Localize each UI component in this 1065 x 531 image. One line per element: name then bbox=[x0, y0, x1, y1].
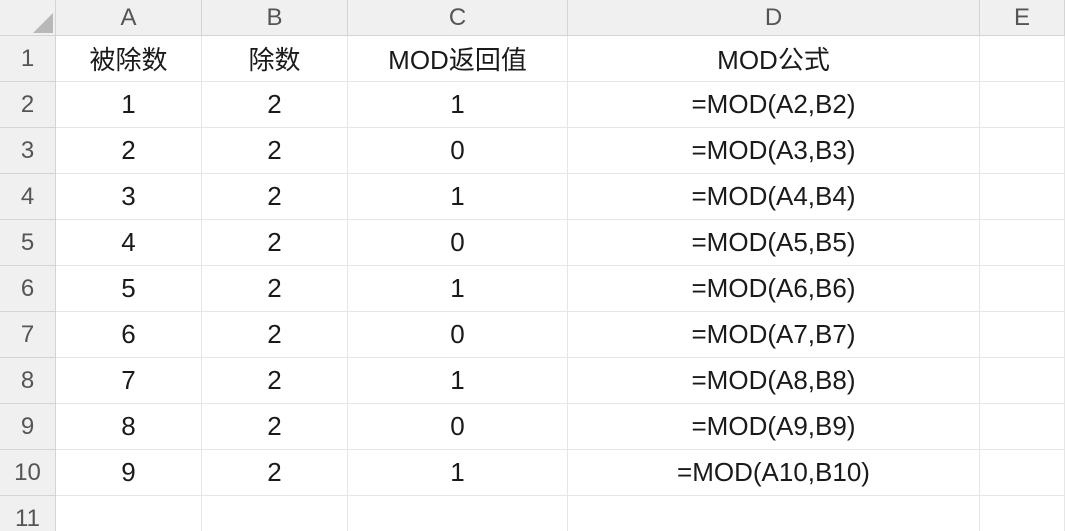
row-header-10[interactable]: 10 bbox=[0, 450, 56, 496]
cell-B3[interactable]: 2 bbox=[202, 128, 348, 174]
column-header-B[interactable]: B bbox=[202, 0, 348, 36]
cell-B7[interactable]: 2 bbox=[202, 312, 348, 358]
row-header-9[interactable]: 9 bbox=[0, 404, 56, 450]
column-header-E[interactable]: E bbox=[980, 0, 1065, 36]
column-header-D[interactable]: D bbox=[568, 0, 980, 36]
cell-B10[interactable]: 2 bbox=[202, 450, 348, 496]
cell-E2[interactable] bbox=[980, 82, 1065, 128]
cell-B4[interactable]: 2 bbox=[202, 174, 348, 220]
cell-C5[interactable]: 0 bbox=[348, 220, 568, 266]
data-grid: 被除数除数MOD返回值MOD公式121=MOD(A2,B2)220=MOD(A3… bbox=[56, 36, 1065, 531]
cell-C6[interactable]: 1 bbox=[348, 266, 568, 312]
cell-A10[interactable]: 9 bbox=[56, 450, 202, 496]
cell-A9[interactable]: 8 bbox=[56, 404, 202, 450]
cell-D7[interactable]: =MOD(A7,B7) bbox=[568, 312, 980, 358]
column-header-C[interactable]: C bbox=[348, 0, 568, 36]
table-row: 321=MOD(A4,B4) bbox=[56, 174, 1065, 220]
row-header-6[interactable]: 6 bbox=[0, 266, 56, 312]
cell-B11[interactable] bbox=[202, 496, 348, 531]
cell-E8[interactable] bbox=[980, 358, 1065, 404]
table-row: 420=MOD(A5,B5) bbox=[56, 220, 1065, 266]
row-header-5[interactable]: 5 bbox=[0, 220, 56, 266]
row-header-1[interactable]: 1 bbox=[0, 36, 56, 82]
cell-D2[interactable]: =MOD(A2,B2) bbox=[568, 82, 980, 128]
cell-C2[interactable]: 1 bbox=[348, 82, 568, 128]
cell-A5[interactable]: 4 bbox=[56, 220, 202, 266]
row-header-4[interactable]: 4 bbox=[0, 174, 56, 220]
table-row: 820=MOD(A9,B9) bbox=[56, 404, 1065, 450]
cell-D1[interactable]: MOD公式 bbox=[568, 36, 980, 82]
table-row: 220=MOD(A3,B3) bbox=[56, 128, 1065, 174]
table-row: 121=MOD(A2,B2) bbox=[56, 82, 1065, 128]
row-header-7[interactable]: 7 bbox=[0, 312, 56, 358]
table-row: 521=MOD(A6,B6) bbox=[56, 266, 1065, 312]
cell-B2[interactable]: 2 bbox=[202, 82, 348, 128]
cell-A11[interactable] bbox=[56, 496, 202, 531]
cell-C4[interactable]: 1 bbox=[348, 174, 568, 220]
cell-A7[interactable]: 6 bbox=[56, 312, 202, 358]
cell-B6[interactable]: 2 bbox=[202, 266, 348, 312]
row-header-3[interactable]: 3 bbox=[0, 128, 56, 174]
row-header-8[interactable]: 8 bbox=[0, 358, 56, 404]
table-row: 620=MOD(A7,B7) bbox=[56, 312, 1065, 358]
spreadsheet: ABCDE 1234567891011 被除数除数MOD返回值MOD公式121=… bbox=[0, 0, 1065, 531]
row-header-11[interactable]: 11 bbox=[0, 496, 56, 531]
cell-C11[interactable] bbox=[348, 496, 568, 531]
cell-B8[interactable]: 2 bbox=[202, 358, 348, 404]
select-all-triangle-icon bbox=[33, 13, 53, 33]
cell-C9[interactable]: 0 bbox=[348, 404, 568, 450]
cell-D5[interactable]: =MOD(A5,B5) bbox=[568, 220, 980, 266]
cell-A6[interactable]: 5 bbox=[56, 266, 202, 312]
cell-A4[interactable]: 3 bbox=[56, 174, 202, 220]
table-row: 721=MOD(A8,B8) bbox=[56, 358, 1065, 404]
cell-D8[interactable]: =MOD(A8,B8) bbox=[568, 358, 980, 404]
cell-E6[interactable] bbox=[980, 266, 1065, 312]
cell-A2[interactable]: 1 bbox=[56, 82, 202, 128]
cell-C3[interactable]: 0 bbox=[348, 128, 568, 174]
cell-C7[interactable]: 0 bbox=[348, 312, 568, 358]
cell-D6[interactable]: =MOD(A6,B6) bbox=[568, 266, 980, 312]
cell-D9[interactable]: =MOD(A9,B9) bbox=[568, 404, 980, 450]
cell-B9[interactable]: 2 bbox=[202, 404, 348, 450]
cell-E3[interactable] bbox=[980, 128, 1065, 174]
cell-D4[interactable]: =MOD(A4,B4) bbox=[568, 174, 980, 220]
cell-E5[interactable] bbox=[980, 220, 1065, 266]
row-headers: 1234567891011 bbox=[0, 36, 56, 531]
cell-A1[interactable]: 被除数 bbox=[56, 36, 202, 82]
cell-E7[interactable] bbox=[980, 312, 1065, 358]
cell-C1[interactable]: MOD返回值 bbox=[348, 36, 568, 82]
table-row: 921=MOD(A10,B10) bbox=[56, 450, 1065, 496]
cell-E9[interactable] bbox=[980, 404, 1065, 450]
cell-D11[interactable] bbox=[568, 496, 980, 531]
table-row bbox=[56, 496, 1065, 531]
cell-C10[interactable]: 1 bbox=[348, 450, 568, 496]
column-header-A[interactable]: A bbox=[56, 0, 202, 36]
cell-E10[interactable] bbox=[980, 450, 1065, 496]
column-headers: ABCDE bbox=[56, 0, 1065, 36]
select-all-corner[interactable] bbox=[0, 0, 56, 36]
cell-E11[interactable] bbox=[980, 496, 1065, 531]
cell-E1[interactable] bbox=[980, 36, 1065, 82]
row-header-2[interactable]: 2 bbox=[0, 82, 56, 128]
cell-E4[interactable] bbox=[980, 174, 1065, 220]
cell-D3[interactable]: =MOD(A3,B3) bbox=[568, 128, 980, 174]
cell-A8[interactable]: 7 bbox=[56, 358, 202, 404]
cell-B5[interactable]: 2 bbox=[202, 220, 348, 266]
table-row: 被除数除数MOD返回值MOD公式 bbox=[56, 36, 1065, 82]
cell-A3[interactable]: 2 bbox=[56, 128, 202, 174]
cell-D10[interactable]: =MOD(A10,B10) bbox=[568, 450, 980, 496]
cell-C8[interactable]: 1 bbox=[348, 358, 568, 404]
cell-B1[interactable]: 除数 bbox=[202, 36, 348, 82]
